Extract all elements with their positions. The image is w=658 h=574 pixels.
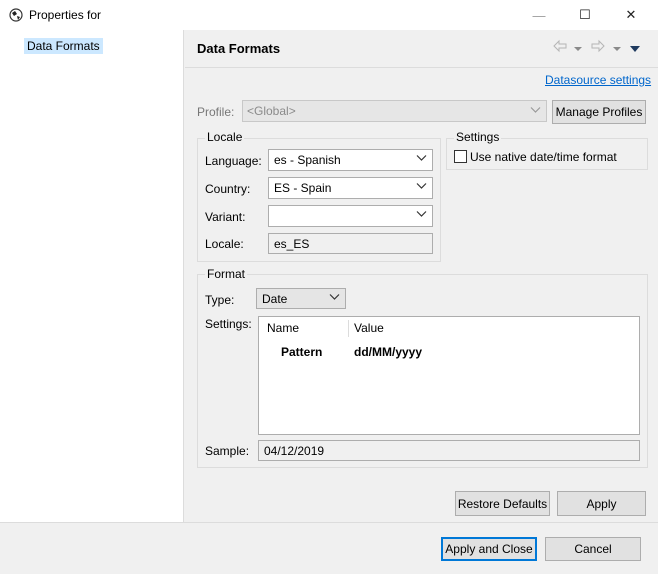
chevron-down-icon xyxy=(416,180,427,194)
language-value: es - Spanish xyxy=(274,153,341,167)
type-label: Type: xyxy=(205,293,235,307)
native-format-checkbox[interactable] xyxy=(454,150,467,163)
profile-value: <Global> xyxy=(247,104,296,118)
language-select[interactable]: es - Spanish xyxy=(268,149,433,171)
variant-select[interactable] xyxy=(268,205,433,227)
locale-field: es_ES xyxy=(268,233,433,254)
settings-label: Settings: xyxy=(205,317,252,331)
locale-group-title: Locale xyxy=(205,130,245,144)
window-title: Properties for xyxy=(29,8,102,22)
country-value: ES - Spain xyxy=(274,181,332,195)
back-arrow-icon[interactable] xyxy=(553,39,567,57)
minimize-button[interactable]: — xyxy=(516,0,562,30)
sample-label: Sample: xyxy=(205,444,250,458)
chevron-down-icon xyxy=(416,152,427,166)
format-group-title: Format xyxy=(205,267,248,281)
language-label: Language: xyxy=(205,154,262,168)
settings-table[interactable]: Name Value Pattern dd/MM/yyyy xyxy=(258,316,640,435)
country-select[interactable]: ES - Spain xyxy=(268,177,433,199)
column-header-name[interactable]: Name xyxy=(267,317,299,339)
forward-dropdown-icon[interactable] xyxy=(612,41,622,58)
view-menu-icon[interactable] xyxy=(629,41,641,58)
variant-label: Variant: xyxy=(205,210,246,224)
profile-label: Profile: xyxy=(197,105,235,119)
column-separator[interactable] xyxy=(348,320,349,337)
chevron-down-icon xyxy=(329,291,340,305)
chevron-down-icon xyxy=(416,208,427,222)
chevron-down-icon xyxy=(530,104,541,118)
apply-and-close-button[interactable]: Apply and Close xyxy=(441,537,537,561)
close-button[interactable]: ✕ xyxy=(608,0,654,30)
apply-button[interactable]: Apply xyxy=(557,491,646,516)
back-dropdown-icon[interactable] xyxy=(573,41,583,58)
minimize-icon: — xyxy=(532,7,546,23)
column-header-value[interactable]: Value xyxy=(354,317,384,339)
profile-select: <Global> xyxy=(242,100,547,122)
tree-item-data-formats[interactable]: Data Formats xyxy=(24,38,103,54)
settings-group-title: Settings xyxy=(454,130,502,144)
preferences-tree xyxy=(0,30,184,522)
sample-field: 04/12/2019 xyxy=(258,440,640,461)
page-title: Data Formats xyxy=(197,41,281,56)
datasource-settings-link[interactable]: Datasource settings xyxy=(545,73,651,87)
table-cell-value[interactable]: dd/MM/yyyy xyxy=(354,345,422,359)
country-label: Country: xyxy=(205,182,251,196)
table-cell-name[interactable]: Pattern xyxy=(281,345,322,359)
type-value: Date xyxy=(262,292,288,306)
type-select[interactable]: Date xyxy=(256,288,346,309)
forward-arrow-icon[interactable] xyxy=(591,39,605,57)
native-format-label: Use native date/time format xyxy=(470,150,617,164)
close-icon: ✕ xyxy=(625,7,637,22)
maximize-button[interactable]: ☐ xyxy=(562,0,608,30)
manage-profiles-button[interactable]: Manage Profiles xyxy=(552,100,646,124)
app-icon xyxy=(9,8,23,22)
cancel-button[interactable]: Cancel xyxy=(545,537,641,561)
restore-defaults-button[interactable]: Restore Defaults xyxy=(455,491,550,516)
maximize-icon: ☐ xyxy=(579,7,591,22)
locale-label: Locale: xyxy=(205,237,244,251)
